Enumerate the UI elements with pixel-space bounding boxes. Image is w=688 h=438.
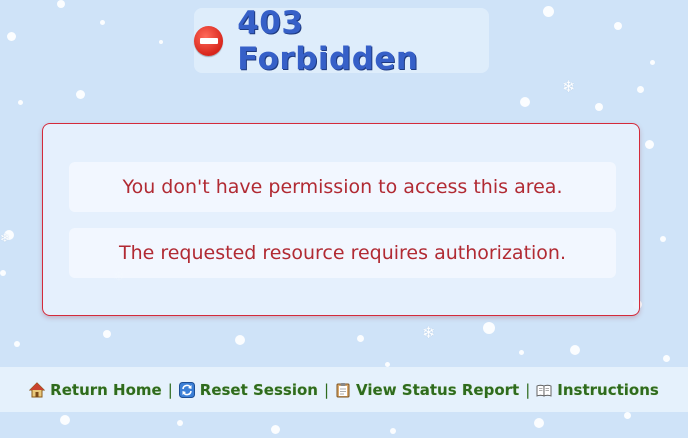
clipboard-icon bbox=[335, 382, 351, 398]
separator: | bbox=[525, 380, 531, 399]
authorization-message: The requested resource requires authoriz… bbox=[69, 228, 616, 278]
view-status-report-label: View Status Report bbox=[356, 380, 520, 399]
refresh-icon bbox=[178, 381, 195, 398]
return-home-link[interactable]: Return Home bbox=[29, 381, 162, 399]
instructions-link[interactable]: Instructions bbox=[536, 381, 659, 399]
error-panel: You don't have permission to access this… bbox=[42, 123, 640, 316]
reset-session-link[interactable]: Reset Session bbox=[178, 380, 318, 399]
reset-session-label: Reset Session bbox=[199, 380, 318, 399]
instructions-label: Instructions bbox=[557, 380, 659, 399]
title-banner: 403 Forbidden bbox=[194, 5, 489, 77]
book-icon bbox=[536, 382, 552, 398]
view-status-report-link[interactable]: View Status Report bbox=[335, 381, 519, 399]
separator: | bbox=[323, 380, 330, 399]
return-home-label: Return Home bbox=[50, 380, 162, 399]
footer-nav: Return Home | Reset Session | View Statu… bbox=[0, 367, 688, 412]
page-title: 403 Forbidden bbox=[237, 4, 419, 77]
no-entry-icon bbox=[194, 25, 224, 56]
permission-message: You don't have permission to access this… bbox=[69, 162, 616, 212]
separator: | bbox=[167, 380, 173, 399]
house-icon bbox=[29, 381, 46, 398]
